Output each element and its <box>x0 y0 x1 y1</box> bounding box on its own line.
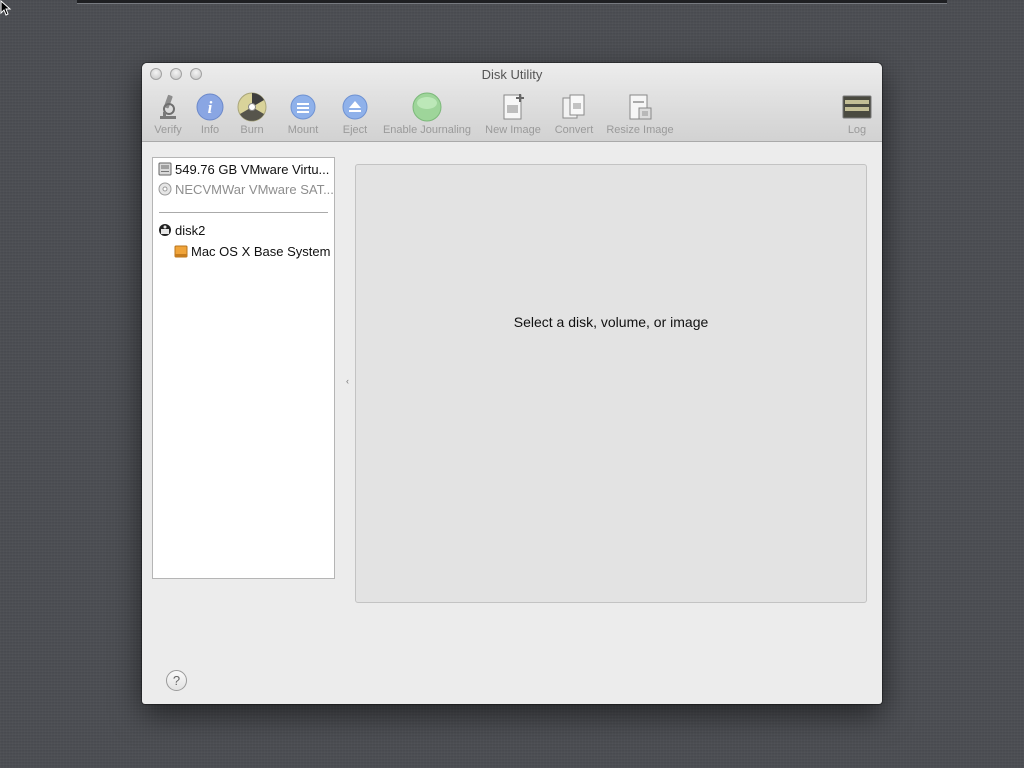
new-image-label: New Image <box>485 124 541 136</box>
info-icon: i <box>196 93 224 121</box>
eject-label: Eject <box>342 124 368 136</box>
info-label: Info <box>200 124 220 136</box>
volume-icon <box>174 245 188 258</box>
eject-button[interactable]: Eject <box>338 89 372 139</box>
new-image-icon <box>503 94 524 120</box>
sidebar-item-label: disk2 <box>175 223 206 238</box>
mount-button[interactable]: Mount <box>283 89 323 139</box>
detail-pane: Select a disk, volume, or image <box>355 164 867 603</box>
microscope-icon <box>160 94 176 119</box>
resize-image-icon <box>629 94 652 120</box>
hard-disk-icon <box>158 162 172 176</box>
sidebar-item-label: Mac OS X Base System <box>191 244 331 259</box>
verify-button[interactable]: Verify <box>150 89 186 139</box>
journal-icon <box>412 92 442 122</box>
mount-icon <box>290 94 316 120</box>
optical-drive-icon <box>158 182 172 196</box>
titlebar: Disk Utility Verify i Info Burn Mount Ej… <box>142 63 882 142</box>
burn-label: Burn <box>240 124 264 136</box>
resize-image-label: Resize Image <box>606 124 674 136</box>
screen-top-bar <box>77 0 947 4</box>
burn-button[interactable]: Burn <box>234 89 270 139</box>
enable-journaling-button[interactable]: Enable Journaling <box>379 89 475 139</box>
verify-label: Verify <box>154 124 182 136</box>
burn-icon <box>237 92 267 122</box>
new-image-button[interactable]: New Image <box>483 89 543 139</box>
mount-label: Mount <box>287 124 319 136</box>
sidebar-divider <box>159 212 328 213</box>
svg-text:i: i <box>208 98 213 117</box>
sidebar-item-label: 549.76 GB VMware Virtu... <box>175 162 330 177</box>
convert-label: Convert <box>554 124 594 136</box>
disk-utility-window: Disk Utility Verify i Info Burn Mount Ej… <box>142 63 882 704</box>
convert-button[interactable]: Convert <box>551 89 597 139</box>
enable-journaling-label: Enable Journaling <box>382 124 472 136</box>
mouse-cursor-icon <box>0 0 12 16</box>
info-button[interactable]: i Info <box>194 89 226 139</box>
help-button[interactable]: ? <box>166 670 187 691</box>
window-title: Disk Utility <box>481 67 543 82</box>
log-label: Log <box>847 124 867 136</box>
log-button[interactable]: Log <box>839 89 875 139</box>
eject-icon <box>342 94 368 120</box>
split-view-handle[interactable]: ‹ <box>346 377 349 386</box>
resize-image-button[interactable]: Resize Image <box>604 89 676 139</box>
device-list[interactable]: 549.76 GB VMware Virtu... NECVMWar VMwar… <box>152 157 335 579</box>
empty-selection-message: Select a disk, volume, or image <box>513 314 709 330</box>
sidebar-item-label: NECVMWar VMware SAT... <box>175 182 334 197</box>
disk-image-icon <box>159 224 171 236</box>
convert-icon <box>562 94 585 119</box>
log-icon <box>842 95 872 119</box>
